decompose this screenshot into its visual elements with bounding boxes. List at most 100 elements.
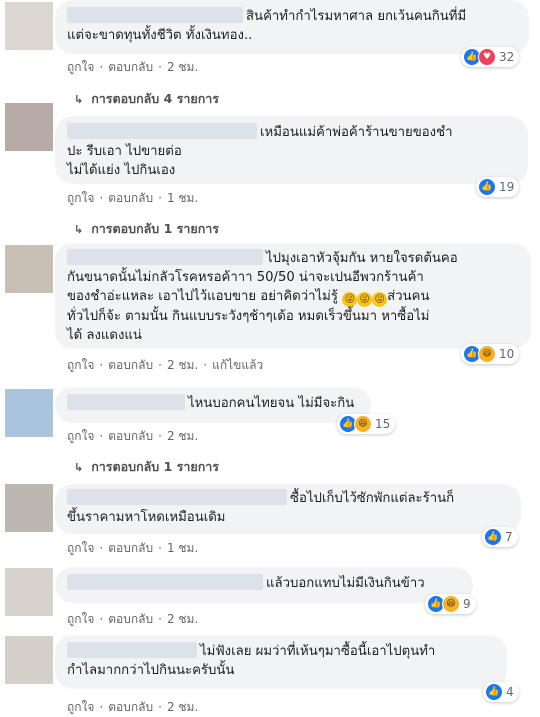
timestamp[interactable]: 2 ชม.: [167, 60, 198, 74]
comment-text: ได้ ลงแดงแน่: [67, 328, 142, 343]
redacted-name: [67, 7, 243, 23]
comment-text: กันขนาดนั้นไม่กลัวโรคหรอค้าาา 50/50 น่าจ…: [67, 270, 424, 285]
comment-bubble: แล้วบอกแทบไม่มีเงินกินข้าว: [55, 567, 473, 603]
edited-label[interactable]: แก้ไขแล้ว: [212, 358, 263, 372]
grin-emoji-icon: 😜: [342, 292, 358, 307]
comment-text: ซื้อไปเก็บไว้ซักพักแต่ละร้านก็: [290, 491, 455, 506]
like-icon: 👍: [485, 683, 503, 701]
avatar[interactable]: [5, 103, 53, 151]
like-link[interactable]: ถูกใจ: [67, 60, 94, 74]
replies-label: การตอบกลับ 1 รายการ: [91, 221, 220, 236]
timestamp[interactable]: 2 ชม.: [167, 358, 198, 372]
like-link[interactable]: ถูกใจ: [67, 612, 94, 626]
redacted-name: [67, 394, 185, 410]
comment-text: แต่จะขาดทุนทั้งชีวิต ทั้งเงินทอง..: [67, 28, 253, 43]
comment-text: ส่วนคน: [387, 289, 430, 304]
reply-arrow-icon: ↳: [74, 93, 84, 106]
replies-label: การตอบกลับ 1 รายการ: [91, 459, 220, 474]
reaction-count: 10: [499, 347, 515, 361]
timestamp[interactable]: 2 ชม.: [167, 700, 198, 714]
avatar[interactable]: [5, 389, 53, 437]
comment-bubble: ซื้อไปเก็บไว้ซักพักแต่ละร้านก็ ขึ้นราคาม…: [55, 484, 521, 534]
comment-text: ไม่ได้แย่ง ไปกินเอง: [67, 163, 176, 178]
like-icon: 👍: [484, 528, 502, 546]
grin-emoji-icon: 😜: [357, 292, 373, 307]
avatar[interactable]: [5, 568, 53, 616]
reply-arrow-icon: ↳: [74, 461, 84, 474]
comment-bubble: ไม่ฟังเลย ผมว่าที่เห้นๆมาซื้อนี้เอาไปตุน…: [55, 635, 507, 689]
comment-bubble: เหมือนแม่ค้าพ่อค้าร้านขายของชำ ปะ รีบเอา…: [55, 116, 528, 184]
reaction-summary[interactable]: 👍 😆 10: [461, 344, 520, 364]
comment-text: ขึ้นราคามหาโหดเหมือนเดิม: [67, 510, 226, 525]
reaction-summary[interactable]: 👍 😆 15: [337, 414, 396, 434]
timestamp[interactable]: 2 ชม.: [167, 429, 198, 443]
redacted-name: [67, 249, 263, 265]
avatar[interactable]: [5, 636, 53, 684]
reaction-count: 19: [499, 180, 515, 194]
view-replies-link[interactable]: ↳ การตอบกลับ 4 รายการ: [74, 89, 219, 109]
like-link[interactable]: ถูกใจ: [67, 191, 94, 205]
comment-actions: ถูกใจ · ตอบกลับ · 1 ชม.: [67, 541, 199, 555]
reaction-summary[interactable]: 👍 19: [476, 177, 520, 197]
reply-link[interactable]: ตอบกลับ: [108, 429, 153, 443]
redacted-name: [67, 123, 257, 139]
view-replies-link[interactable]: ↳ การตอบกลับ 1 รายการ: [74, 457, 219, 477]
comment-text: ปะ รีบเอา ไปขายต่อ: [67, 144, 182, 159]
reply-arrow-icon: ↳: [74, 223, 84, 236]
reaction-count: 15: [375, 417, 391, 431]
reply-link[interactable]: ตอบกลับ: [108, 358, 153, 372]
reaction-count: 4: [506, 685, 514, 699]
like-link[interactable]: ถูกใจ: [67, 429, 94, 443]
comment-actions: ถูกใจ · ตอบกลับ · 2 ชม.: [67, 700, 199, 714]
replies-label: การตอบกลับ 4 รายการ: [91, 91, 220, 106]
reply-link[interactable]: ตอบกลับ: [108, 191, 153, 205]
like-icon: 👍: [478, 178, 496, 196]
avatar[interactable]: [5, 2, 53, 50]
reply-link[interactable]: ตอบกลับ: [108, 60, 153, 74]
redacted-name: [67, 574, 263, 590]
comment-text: ไปมุงเอาหัวจุ้มกัน หายใจรดต้นคอ: [266, 251, 458, 266]
redacted-name: [67, 489, 287, 505]
reaction-summary[interactable]: 👍 😆 9: [425, 594, 476, 614]
comment-text: กำไลมากกว่าไปกินนะครับนั้น: [67, 663, 235, 678]
reaction-count: 9: [463, 597, 471, 611]
comment-text: ของชำอ่ะแหละ เอาไปไว้แอบขาย อย่าคิดว่าไม…: [67, 289, 338, 304]
comment-actions: ถูกใจ · ตอบกลับ · 1 ชม.: [67, 191, 199, 205]
timestamp[interactable]: 1 ชม.: [167, 541, 198, 555]
comment-text: ไม่ฟังเลย ผมว่าที่เห้นๆมาซื้อนี้เอาไปตุน…: [200, 644, 436, 659]
haha-icon: 😆: [478, 345, 496, 363]
comment-actions: ถูกใจ · ตอบกลับ · 2 ชม.: [67, 612, 199, 626]
comment-actions: ถูกใจ · ตอบกลับ · 2 ชม. · แก้ไขแล้ว: [67, 358, 264, 372]
comment-text: เหมือนแม่ค้าพ่อค้าร้านขายของชำ: [260, 125, 453, 140]
like-link[interactable]: ถูกใจ: [67, 541, 94, 555]
timestamp[interactable]: 2 ชม.: [167, 612, 198, 626]
reply-link[interactable]: ตอบกลับ: [108, 541, 153, 555]
redacted-name: [67, 642, 197, 658]
timestamp[interactable]: 1 ชม.: [167, 191, 198, 205]
comment-actions: ถูกใจ · ตอบกลับ · 2 ชม.: [67, 429, 199, 443]
comment-text: สินค้าทำกำไรมหาศาล ยกเว้นคนกินที่มี: [246, 9, 467, 24]
haha-icon: 😆: [354, 415, 372, 433]
comment-text: ทั่วไปก็จ้ะ ตามนั้น กินแบบระวังๆช้าๆเด้อ…: [67, 309, 430, 324]
haha-icon: 😆: [442, 595, 460, 613]
love-icon: ♥: [478, 48, 496, 66]
reaction-count: 7: [505, 530, 513, 544]
reaction-summary[interactable]: 👍 4: [483, 682, 519, 702]
reaction-summary[interactable]: 👍 ♥ 32: [461, 47, 520, 67]
grin-emoji-icon: 😜: [372, 292, 388, 307]
reply-link[interactable]: ตอบกลับ: [108, 700, 153, 714]
view-replies-link[interactable]: ↳ การตอบกลับ 1 รายการ: [74, 219, 219, 239]
comment-bubble: ไปมุงเอาหัวจุ้มกัน หายใจรดต้นคอ กันขนาดน…: [55, 243, 531, 349]
comment-text: ไหนบอกคนไทยจน ไม่มีจะกิน: [188, 396, 355, 411]
avatar[interactable]: [5, 245, 53, 293]
reply-link[interactable]: ตอบกลับ: [108, 612, 153, 626]
comment-text: แล้วบอกแทบไม่มีเงินกินข้าว: [266, 576, 425, 591]
reaction-count: 32: [499, 50, 515, 64]
comment-bubble: สินค้าทำกำไรมหาศาล ยกเว้นคนกินที่มี แต่จ…: [55, 0, 529, 54]
reaction-summary[interactable]: 👍 7: [482, 527, 518, 547]
comment-bubble: ไหนบอกคนไทยจน ไม่มีจะกิน: [55, 387, 371, 423]
comment-actions: ถูกใจ · ตอบกลับ · 2 ชม.: [67, 60, 199, 74]
like-link[interactable]: ถูกใจ: [67, 358, 94, 372]
avatar[interactable]: [5, 484, 53, 532]
like-link[interactable]: ถูกใจ: [67, 700, 94, 714]
